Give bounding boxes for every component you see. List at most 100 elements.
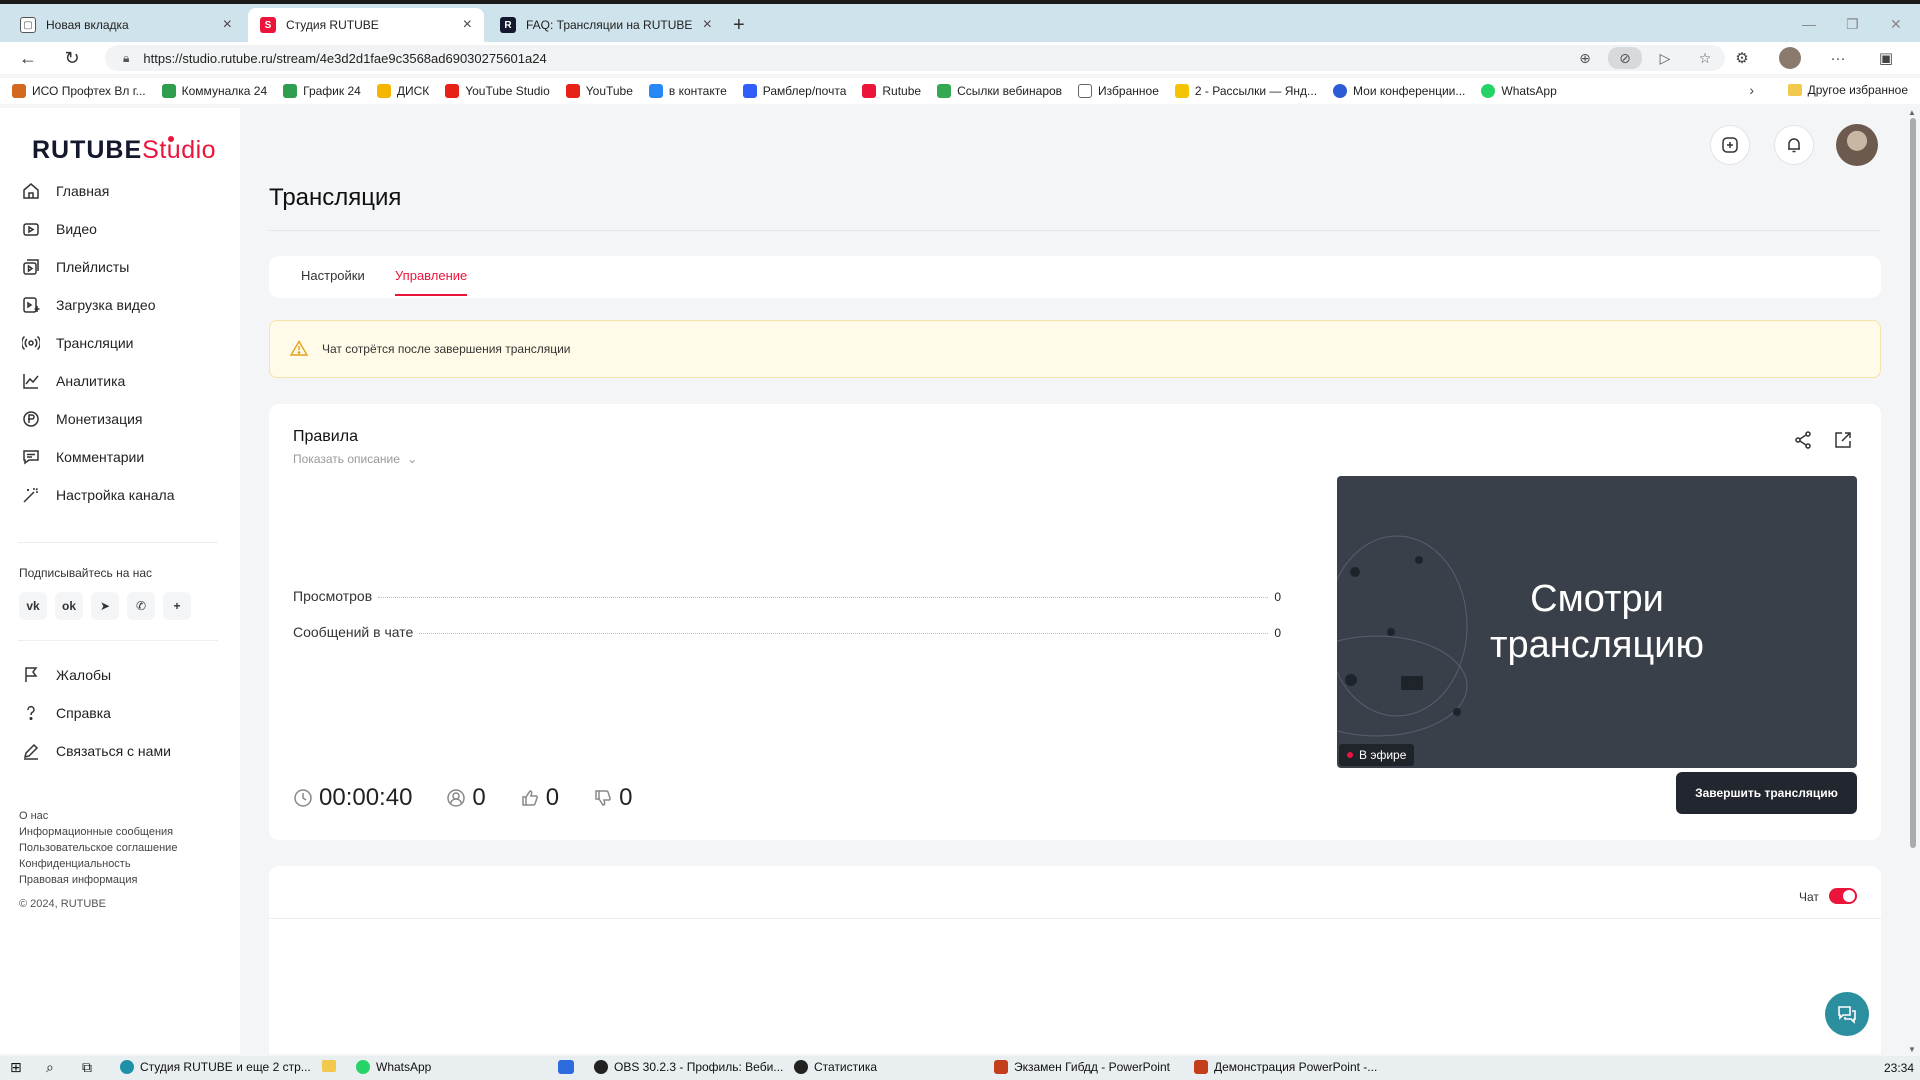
sidebar-item-analytics[interactable]: Аналитика — [0, 362, 240, 400]
rutube-studio-logo[interactable]: RUTUBEStudio — [32, 136, 216, 165]
browser-profile-avatar[interactable] — [1779, 47, 1801, 69]
close-window-icon[interactable]: ✕ — [1890, 16, 1902, 33]
sidebar-item-label: Плейлисты — [56, 259, 130, 275]
chevron-right-icon[interactable]: › — [1749, 82, 1754, 98]
live-badge-label: В эфире — [1359, 748, 1407, 762]
bookmark-item[interactable]: YouTube — [565, 84, 633, 98]
end-stream-button[interactable]: Завершить трансляцию — [1676, 772, 1857, 814]
bookmark-item[interactable]: Рамблер/почта — [742, 84, 846, 98]
edge-icon — [120, 1060, 134, 1074]
taskbar-item-powerpoint-1[interactable]: Экзамен Гибдд - PowerPoint — [994, 1060, 1170, 1074]
taskbar-item-browser[interactable]: Студия RUTUBE и еще 2 стр... — [120, 1060, 311, 1074]
task-view-icon[interactable]: ⧉ — [82, 1059, 92, 1076]
sidebar-item-upload[interactable]: Загрузка видео — [0, 286, 240, 324]
sidebar-item-playlists[interactable]: Плейлисты — [0, 248, 240, 286]
taskbar-item-powerpoint-2[interactable]: Демонстрация PowerPoint -... — [1194, 1060, 1377, 1074]
sidebar-item-monetization[interactable]: Монетизация — [0, 400, 240, 438]
bookmark-item[interactable]: Коммуналка 24 — [161, 84, 267, 98]
close-icon[interactable]: × — [703, 16, 712, 34]
sidebar-item-complaints[interactable]: Жалобы — [0, 656, 240, 694]
bookmark-item[interactable]: Мои конференции... — [1333, 84, 1465, 98]
show-description-toggle[interactable]: Показать описание ⌄ — [293, 452, 417, 466]
bookmark-item[interactable]: 2 - Рассылки — Янд... — [1174, 84, 1317, 98]
address-bar: ← ↻ 🔒︎ https://studio.rutube.ru/stream/4… — [0, 42, 1920, 74]
app-window-icon[interactable] — [558, 1060, 574, 1074]
browser-tab-studio[interactable]: S Студия RUTUBE × — [248, 8, 484, 42]
user-avatar[interactable] — [1836, 124, 1878, 166]
stat-leader-dots — [419, 633, 1269, 634]
viewers-counter: 0 — [446, 784, 486, 812]
extensions-icon[interactable]: ⚙ — [1718, 49, 1766, 67]
plus-icon[interactable]: + — [163, 592, 191, 620]
close-icon[interactable]: × — [463, 16, 472, 34]
support-chat-button[interactable] — [1825, 992, 1869, 1036]
bookmark-label: в контакте — [668, 84, 727, 98]
read-aloud-icon[interactable]: ▷ — [1645, 50, 1685, 67]
restore-icon[interactable]: ❐ — [1846, 16, 1859, 33]
sidebar-item-video[interactable]: Видео — [0, 210, 240, 248]
notifications-button[interactable] — [1774, 125, 1814, 165]
sidebar-toggle-icon[interactable]: ▣ — [1862, 49, 1910, 67]
sidebar-item-comments[interactable]: Комментарии — [0, 438, 240, 476]
warning-text: Чат сотрётся после завершения трансляции — [322, 342, 571, 356]
page-scrollbar[interactable]: ▲ ▼ — [1906, 108, 1920, 1054]
minimize-icon[interactable]: — — [1802, 16, 1816, 32]
stream-preview[interactable]: Смотри трансляцию В эфире — [1337, 476, 1857, 768]
create-button[interactable] — [1710, 125, 1750, 165]
other-bookmarks[interactable]: Другое избранное — [1787, 83, 1908, 97]
taskbar-item-whatsapp[interactable]: WhatsApp — [356, 1060, 431, 1074]
vk-icon[interactable]: vk — [19, 592, 47, 620]
search-icon[interactable]: ⌕ — [46, 1059, 54, 1076]
browser-tab-new[interactable]: ▢ Новая вкладка × — [8, 8, 244, 42]
chat-toggle[interactable] — [1829, 888, 1857, 904]
logo-studio: Studio — [142, 136, 217, 164]
bookmark-item[interactable]: Rutube — [862, 84, 921, 98]
external-link-icon[interactable] — [1833, 430, 1853, 455]
sidebar-item-home[interactable]: Главная — [0, 172, 240, 210]
taskbar-item-stats[interactable]: Статистика — [794, 1060, 877, 1074]
tab-settings[interactable]: Настройки — [301, 268, 365, 283]
taskbar-item-obs[interactable]: OBS 30.2.3 - Профиль: Веби... — [594, 1060, 783, 1074]
bookmark-item[interactable]: График 24 — [283, 84, 361, 98]
bookmark-item[interactable]: WhatsApp — [1481, 84, 1557, 98]
windows-start-icon[interactable]: ⊞ — [10, 1059, 22, 1076]
sidebar-item-contact[interactable]: Связаться с нами — [0, 732, 240, 770]
reload-icon[interactable]: ↻ — [54, 48, 90, 69]
bookmark-item[interactable]: Избранное — [1078, 84, 1159, 98]
tab-management[interactable]: Управление — [395, 268, 468, 296]
telegram-icon[interactable]: ➤ — [91, 592, 119, 620]
bookmark-label: Избранное — [1098, 84, 1159, 98]
ok-icon[interactable]: ok — [55, 592, 83, 620]
zoom-icon[interactable]: ⊕ — [1565, 50, 1605, 67]
tracking-prevention-icon[interactable]: ⊘ — [1608, 47, 1642, 69]
browser-tab-faq[interactable]: R FAQ: Трансляции на RUTUBE × — [488, 8, 724, 42]
footer-link-legal[interactable]: Правовая информация — [19, 872, 177, 888]
back-icon[interactable]: ← — [10, 48, 46, 69]
bookmark-favicon-icon — [283, 84, 298, 98]
bookmark-item[interactable]: ИСО Профтех Вл г... — [12, 84, 146, 98]
stat-label: Просмотров — [293, 588, 373, 604]
bookmark-item[interactable]: YouTube Studio — [445, 84, 550, 98]
browser-tab-label: Новая вкладка — [46, 18, 129, 32]
sidebar-item-broadcasts[interactable]: Трансляции — [0, 324, 240, 362]
footer-link-privacy[interactable]: Конфиденциальность — [19, 856, 177, 872]
scroll-down-icon[interactable]: ▼ — [1908, 1045, 1916, 1054]
close-icon[interactable]: × — [223, 16, 232, 34]
footer-link-info[interactable]: Информационные сообщения — [19, 824, 177, 840]
bookmark-item[interactable]: Ссылки вебинаров — [937, 84, 1062, 98]
scrollbar-thumb[interactable] — [1910, 118, 1916, 848]
more-icon[interactable]: ··· — [1814, 50, 1862, 67]
footer-link-about[interactable]: О нас — [19, 808, 177, 824]
bookmark-item[interactable]: ДИСК — [376, 84, 429, 98]
bookmark-item[interactable]: в контакте — [648, 84, 727, 98]
scroll-up-icon[interactable]: ▲ — [1908, 108, 1916, 117]
url-field[interactable]: 🔒︎ https://studio.rutube.ru/stream/4e3d2… — [105, 45, 1725, 71]
sidebar-item-channel-settings[interactable]: Настройка канала — [0, 476, 240, 514]
sidebar-item-help[interactable]: Справка — [0, 694, 240, 732]
chevron-down-icon: ⌄ — [407, 452, 418, 466]
share-icon[interactable] — [1793, 430, 1813, 455]
file-explorer-icon[interactable] — [322, 1060, 336, 1072]
new-tab-icon[interactable]: + — [733, 14, 745, 37]
viber-icon[interactable]: ✆ — [127, 592, 155, 620]
footer-link-agreement[interactable]: Пользовательское соглашение — [19, 840, 177, 856]
